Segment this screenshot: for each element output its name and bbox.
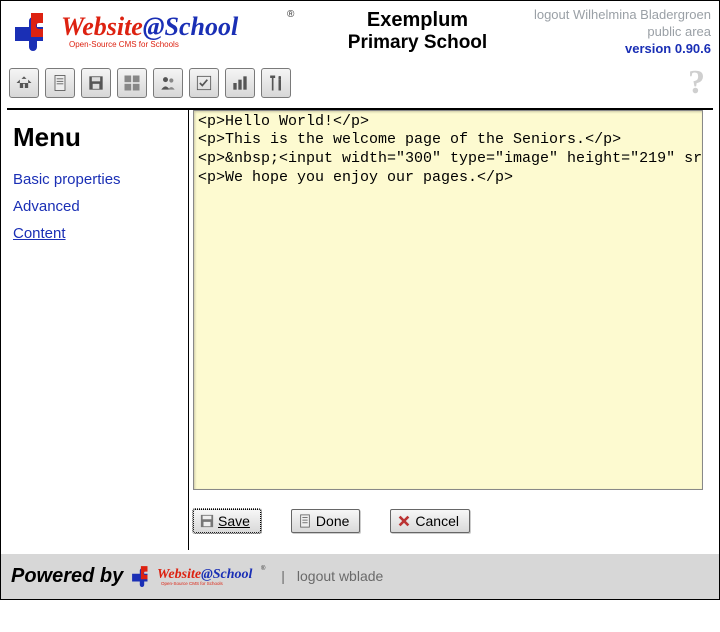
users-icon[interactable]: [153, 68, 183, 98]
svg-text:®: ®: [287, 9, 295, 20]
toolbar: ?: [1, 60, 719, 108]
svg-text:Open-Source CMS for Schools: Open-Source CMS for Schools: [69, 40, 179, 49]
page-icon[interactable]: [45, 68, 75, 98]
footer-logout-link[interactable]: logout wblade: [297, 568, 383, 584]
logout-link[interactable]: logout Wilhelmina Bladergroen: [526, 7, 711, 24]
help-icon[interactable]: ?: [688, 64, 711, 102]
save-disk-icon[interactable]: [81, 68, 111, 98]
modules-icon[interactable]: [117, 68, 147, 98]
cancel-x-icon: [397, 514, 411, 528]
done-label: Done: [316, 513, 349, 529]
html-editor[interactable]: [193, 110, 703, 490]
sidebar-item-advanced[interactable]: Advanced: [13, 198, 176, 215]
logo[interactable]: Website@School Open-Source CMS for Schoo…: [9, 5, 309, 51]
cancel-label: Cancel: [415, 513, 459, 529]
footer: Powered by Website@School Open-Source CM…: [1, 554, 719, 599]
button-row: Save Done Cancel: [193, 509, 709, 533]
content-area: Save Done Cancel: [189, 110, 719, 550]
header: Website@School Open-Source CMS for Schoo…: [1, 1, 719, 60]
sidebar-item-basic-properties[interactable]: Basic properties: [13, 171, 176, 188]
main: Menu Basic properties Advanced Content S…: [1, 110, 719, 550]
done-button[interactable]: Done: [291, 509, 360, 533]
stats-icon[interactable]: [225, 68, 255, 98]
document-small-icon: [298, 514, 312, 528]
title-line2: Primary School: [309, 32, 526, 54]
title-line1: Exemplum: [309, 9, 526, 32]
powered-by-text: Powered by: [11, 565, 123, 588]
svg-text:Open-Source CMS for Schools: Open-Source CMS for Schools: [161, 581, 224, 586]
cancel-button[interactable]: Cancel: [390, 509, 470, 533]
svg-text:®: ®: [261, 565, 266, 572]
svg-text:Website@School: Website@School: [61, 12, 239, 41]
public-area-link[interactable]: public area: [526, 24, 711, 41]
save-disk-small-icon: [200, 514, 214, 528]
home-icon[interactable]: [9, 68, 39, 98]
checklist-icon[interactable]: [189, 68, 219, 98]
svg-text:Website@School: Website@School: [157, 567, 253, 582]
menu-heading: Menu: [13, 122, 176, 153]
sidebar: Menu Basic properties Advanced Content: [1, 110, 189, 550]
tools-icon[interactable]: [261, 68, 291, 98]
sidebar-item-content[interactable]: Content: [13, 225, 176, 242]
save-button[interactable]: Save: [193, 509, 261, 533]
header-right: logout Wilhelmina Bladergroen public are…: [526, 5, 711, 58]
save-label: Save: [218, 513, 250, 529]
logo-svg: Website@School Open-Source CMS for Schoo…: [9, 5, 299, 51]
site-title: Exemplum Primary School: [309, 5, 526, 54]
footer-separator: |: [281, 568, 285, 584]
footer-logo[interactable]: Website@School Open-Source CMS for Schoo…: [129, 562, 269, 591]
version-text: version 0.90.6: [526, 41, 711, 58]
